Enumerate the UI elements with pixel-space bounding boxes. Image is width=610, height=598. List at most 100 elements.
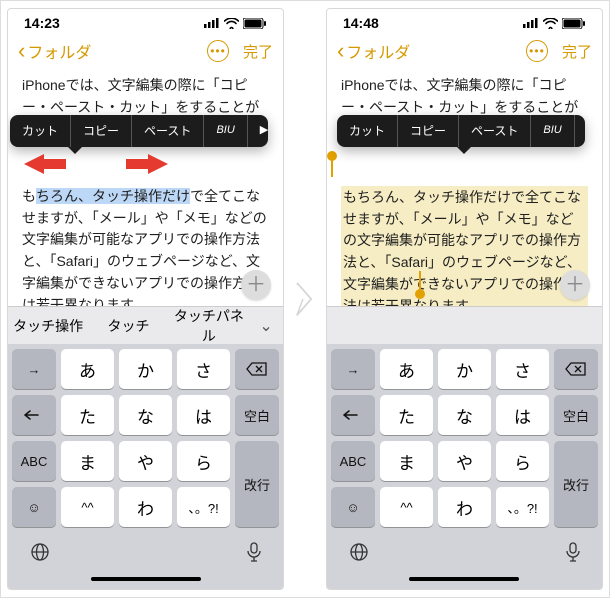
key-na[interactable]: な: [438, 395, 491, 435]
key-abc[interactable]: ABC: [331, 441, 375, 481]
key-ma[interactable]: ま: [61, 441, 114, 481]
globe-icon[interactable]: [30, 542, 50, 567]
key-wo[interactable]: わ: [438, 487, 491, 527]
key-backspace[interactable]: [235, 349, 279, 389]
menu-tail-icon: [68, 147, 82, 154]
key-a[interactable]: あ: [61, 349, 114, 389]
key-ra[interactable]: ら: [496, 441, 549, 481]
home-indicator: [327, 569, 602, 589]
menu-paste[interactable]: ペースト: [132, 115, 204, 147]
battery-icon: [243, 18, 267, 29]
predict-option[interactable]: タッチパネル: [169, 306, 249, 346]
key-arrow[interactable]: →: [12, 349, 56, 389]
key-ta[interactable]: た: [380, 395, 433, 435]
wifi-icon: [224, 18, 239, 29]
menu-tail-icon: [457, 147, 471, 154]
key-ma[interactable]: ま: [380, 441, 433, 481]
predict-expand[interactable]: ⌄: [249, 316, 283, 336]
red-arrow-right-icon: [126, 153, 168, 175]
menu-biu[interactable]: BIU: [531, 115, 574, 147]
key-ya[interactable]: や: [119, 441, 172, 481]
home-indicator: [8, 569, 283, 589]
add-button[interactable]: ＋: [241, 270, 271, 300]
paragraph-2: もちろん、タッチ操作だけで全てこなせますが、「メール」や「メモ」などの文字編集が…: [22, 186, 269, 306]
note-content[interactable]: iPhoneでは、文字編集の際に「コピー・ペースト・カット」をすることができます…: [327, 71, 602, 306]
selection-handle-line: [419, 271, 421, 291]
key-abc[interactable]: ABC: [12, 441, 56, 481]
text-selection[interactable]: ちろん、タッチ操作だけ: [36, 188, 190, 204]
text-edit-menu: カット コピー ペースト BIU ▶: [337, 115, 585, 147]
status-time: 14:48: [343, 15, 379, 31]
done-button[interactable]: 完了: [243, 41, 273, 62]
back-button[interactable]: ‹ フォルダ: [337, 39, 410, 63]
text-edit-menu: カット コピー ペースト BIU ▶: [10, 115, 268, 147]
key-punc[interactable]: 、。?!: [496, 487, 549, 527]
predict-option[interactable]: タッチ: [88, 316, 168, 336]
key-enter[interactable]: 改行: [235, 441, 279, 527]
key-sa[interactable]: さ: [496, 349, 549, 389]
key-caret[interactable]: ^^: [380, 487, 433, 527]
key-space[interactable]: 空白: [235, 395, 279, 435]
more-button[interactable]: •••: [207, 40, 229, 62]
nav-bar: ‹ フォルダ ••• 完了: [8, 33, 283, 71]
chevron-left-icon: ‹: [337, 40, 344, 62]
key-undo[interactable]: [331, 395, 375, 435]
key-a[interactable]: あ: [380, 349, 433, 389]
key-ra[interactable]: ら: [177, 441, 230, 481]
predictive-bar: タッチ操作 タッチ タッチパネル ⌄: [8, 306, 283, 344]
menu-copy[interactable]: コピー: [71, 115, 132, 147]
key-arrow[interactable]: →: [331, 349, 375, 389]
menu-biu[interactable]: BIU: [204, 115, 247, 147]
more-button[interactable]: •••: [526, 40, 548, 62]
paragraph-2: もちろん、タッチ操作だけで全てこなせますが、「メール」や「メモ」などの文字編集が…: [343, 189, 581, 306]
menu-paste[interactable]: ペースト: [459, 115, 531, 147]
keyboard: → あ か さ た な は ABC ま や ら ☺: [8, 344, 283, 533]
menu-more[interactable]: ▶: [248, 115, 268, 147]
key-ha[interactable]: は: [177, 395, 230, 435]
key-na[interactable]: な: [119, 395, 172, 435]
key-backspace[interactable]: [554, 349, 598, 389]
menu-copy[interactable]: コピー: [398, 115, 459, 147]
mic-icon[interactable]: [566, 542, 580, 567]
globe-icon[interactable]: [349, 542, 369, 567]
done-button[interactable]: 完了: [562, 41, 592, 62]
key-emoji[interactable]: ☺: [12, 487, 56, 527]
key-ka[interactable]: か: [119, 349, 172, 389]
status-bar: 14:23: [8, 9, 283, 33]
keyboard: → あ か さ た な は ABC ま や ら ☺: [327, 344, 602, 533]
key-ha[interactable]: は: [496, 395, 549, 435]
key-ta[interactable]: た: [61, 395, 114, 435]
back-button[interactable]: ‹ フォルダ: [18, 39, 91, 63]
status-time: 14:23: [24, 15, 60, 31]
status-right: [523, 18, 586, 29]
back-label: フォルダ: [27, 39, 91, 63]
key-wo[interactable]: わ: [119, 487, 172, 527]
add-button[interactable]: ＋: [560, 270, 590, 300]
menu-cut[interactable]: カット: [337, 115, 398, 147]
phone-right: 14:48 ‹ フォルダ ••• 完了 iPhoneでは、文字編集の際に「コピー…: [326, 8, 603, 590]
key-caret[interactable]: ^^: [61, 487, 114, 527]
text-selection[interactable]: もちろん、タッチ操作だけで全てこなせますが、「メール」や「メモ」などの文字編集が…: [341, 186, 588, 306]
keyboard-system-row: [8, 533, 283, 569]
menu-more[interactable]: ▶: [575, 115, 585, 147]
signal-icon: [523, 18, 539, 28]
key-space[interactable]: 空白: [554, 395, 598, 435]
key-undo[interactable]: [12, 395, 56, 435]
selection-handle-line: [331, 159, 333, 177]
predict-option[interactable]: タッチ操作: [8, 316, 88, 336]
mic-icon[interactable]: [247, 542, 261, 567]
key-punc[interactable]: 、。?!: [177, 487, 230, 527]
signal-icon: [204, 18, 220, 28]
battery-icon: [562, 18, 586, 29]
key-emoji[interactable]: ☺: [331, 487, 375, 527]
key-ya[interactable]: や: [438, 441, 491, 481]
menu-cut[interactable]: カット: [10, 115, 71, 147]
chevron-left-icon: ‹: [18, 40, 25, 62]
chevron-right-icon: [293, 279, 317, 319]
key-sa[interactable]: さ: [177, 349, 230, 389]
transition-arrow: [292, 279, 318, 319]
note-content[interactable]: iPhoneでは、文字編集の際に「コピー・ペースト・カット」をすることができます…: [8, 71, 283, 306]
key-ka[interactable]: か: [438, 349, 491, 389]
phone-left: 14:23 ‹ フォルダ ••• 完了 iPhoneでは、文字編集の際に「コピー…: [7, 8, 284, 590]
key-enter[interactable]: 改行: [554, 441, 598, 527]
